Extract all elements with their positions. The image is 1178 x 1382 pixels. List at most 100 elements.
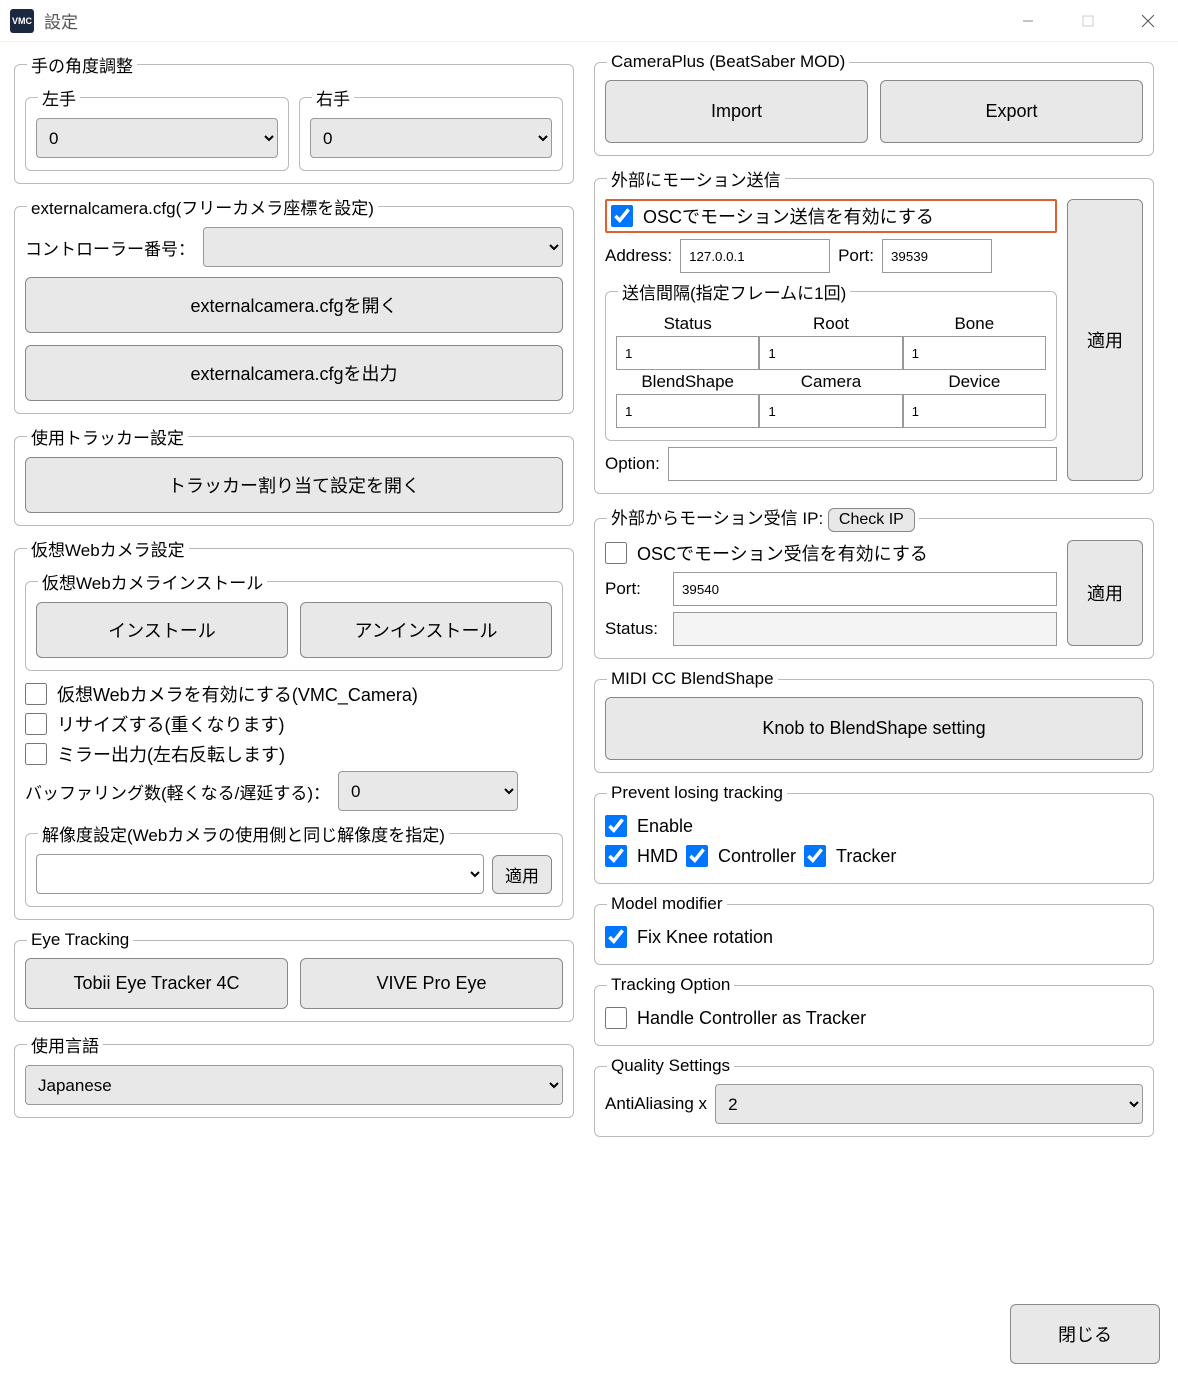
prevent-tracker-row[interactable]: Tracker [804,845,896,867]
tracker-settings-group: 使用トラッカー設定 トラッカー割り当て設定を開く [14,424,574,526]
app-icon: VMC [10,9,34,33]
right-hand-legend: 右手 [312,85,354,110]
interval-blendshape-header: BlendShape [616,370,759,394]
right-hand-select[interactable]: 0 [310,118,552,158]
quality-group: Quality Settings AntiAliasing x 2 [594,1056,1154,1137]
cameraplus-import-button[interactable]: Import [605,80,868,143]
handle-controller-checkbox[interactable] [605,1007,627,1029]
send-option-label: Option: [605,454,660,474]
resize-checkbox-row[interactable]: リサイズする(重くなります) [25,711,563,737]
tracking-option-legend: Tracking Option [607,975,734,995]
model-modifier-group: Model modifier Fix Knee rotation [594,894,1154,965]
window-title: 設定 [44,8,78,33]
controller-number-select[interactable] [203,227,563,267]
webcam-group: 仮想Webカメラ設定 仮想Webカメラインストール インストール アンインストー… [14,536,574,920]
handle-controller-row[interactable]: Handle Controller as Tracker [605,1007,1143,1029]
webcam-install-group: 仮想Webカメラインストール インストール アンインストール [25,569,563,671]
mirror-checkbox[interactable] [25,743,47,765]
antialiasing-select[interactable]: 2 [715,1084,1143,1124]
osc-send-enable-checkbox[interactable] [611,205,633,227]
interval-device-input[interactable] [903,394,1046,428]
resize-checkbox[interactable] [25,713,47,735]
recv-port-label: Port: [605,579,665,599]
midi-group: MIDI CC BlendShape Knob to BlendShape se… [594,669,1154,773]
titlebar: VMC 設定 [0,0,1178,42]
close-dialog-button[interactable]: 閉じる [1010,1304,1160,1364]
language-select[interactable]: Japanese [25,1065,563,1105]
export-externalcamera-button[interactable]: externalcamera.cfgを出力 [25,345,563,401]
prevent-hmd-row[interactable]: HMD [605,845,678,867]
interval-bone-header: Bone [903,312,1046,336]
fix-knee-row[interactable]: Fix Knee rotation [605,926,1143,948]
hand-angle-legend: 手の角度調整 [27,52,137,77]
prevent-enable-row[interactable]: Enable [605,815,1143,837]
motion-recv-apply-button[interactable]: 適用 [1067,540,1143,646]
fix-knee-checkbox[interactable] [605,926,627,948]
prevent-controller-row[interactable]: Controller [686,845,796,867]
antialiasing-label: AntiAliasing x [605,1094,707,1114]
left-hand-legend: 左手 [38,85,80,110]
cameraplus-export-button[interactable]: Export [880,80,1143,143]
send-port-input[interactable] [882,239,992,273]
resolution-select[interactable] [36,854,484,894]
buffering-select[interactable]: 0 [338,771,518,811]
osc-send-enable-label: OSCでモーション送信を有効にする [643,203,934,229]
send-address-input[interactable] [680,239,830,273]
interval-root-input[interactable] [759,336,902,370]
maximize-icon [1082,15,1094,27]
resolution-apply-button[interactable]: 適用 [492,855,552,894]
motion-send-apply-button[interactable]: 適用 [1067,199,1143,481]
tobii-button[interactable]: Tobii Eye Tracker 4C [25,958,288,1009]
hand-angle-group: 手の角度調整 左手 0 右手 0 [14,52,574,184]
resolution-group: 解像度設定(Webカメラの使用側と同じ解像度を指定) 適用 [25,821,563,907]
uninstall-webcam-button[interactable]: アンインストール [300,602,552,658]
send-address-label: Address: [605,246,672,266]
install-webcam-button[interactable]: インストール [36,602,288,658]
interval-status-header: Status [616,312,759,336]
mirror-checkbox-row[interactable]: ミラー出力(左右反転します) [25,741,563,767]
external-camera-legend: externalcamera.cfg(フリーカメラ座標を設定) [27,194,378,219]
recv-port-input[interactable] [673,572,1057,606]
prevent-controller-checkbox[interactable] [686,845,708,867]
knob-blendshape-button[interactable]: Knob to BlendShape setting [605,697,1143,760]
send-interval-group: 送信間隔(指定フレームに1回) Status Root Bone BlendSh… [605,279,1057,441]
close-button[interactable] [1118,0,1178,42]
interval-status-input[interactable] [616,336,759,370]
external-camera-group: externalcamera.cfg(フリーカメラ座標を設定) コントローラー番… [14,194,574,414]
osc-send-enable-row[interactable]: OSCでモーション送信を有効にする [611,203,1051,229]
check-ip-button[interactable]: Check IP [828,508,915,532]
prevent-tracking-group: Prevent losing tracking Enable HMD Contr… [594,783,1154,884]
language-group: 使用言語 Japanese [14,1032,574,1118]
osc-recv-enable-label: OSCでモーション受信を有効にする [637,540,928,566]
resize-label: リサイズする(重くなります) [57,711,284,737]
prevent-tracker-checkbox[interactable] [804,845,826,867]
tracking-option-group: Tracking Option Handle Controller as Tra… [594,975,1154,1046]
open-tracker-assign-button[interactable]: トラッカー割り当て設定を開く [25,457,563,513]
enable-webcam-checkbox[interactable] [25,683,47,705]
motion-recv-legend-text: 外部からモーション受信 IP: [611,509,823,528]
recv-status-output [673,612,1057,646]
interval-camera-input[interactable] [759,394,902,428]
interval-root-header: Root [759,312,902,336]
prevent-hmd-checkbox[interactable] [605,845,627,867]
close-icon [1141,14,1155,28]
language-legend: 使用言語 [27,1032,103,1057]
send-option-input[interactable] [668,447,1057,481]
right-hand-group: 右手 0 [299,85,563,171]
osc-recv-enable-checkbox[interactable] [605,542,627,564]
interval-bone-input[interactable] [903,336,1046,370]
vive-pro-eye-button[interactable]: VIVE Pro Eye [300,958,563,1009]
open-externalcamera-button[interactable]: externalcamera.cfgを開く [25,277,563,333]
recv-status-label: Status: [605,619,665,639]
left-hand-select[interactable]: 0 [36,118,278,158]
left-hand-group: 左手 0 [25,85,289,171]
minimize-button[interactable] [998,0,1058,42]
webcam-legend: 仮想Webカメラ設定 [27,536,189,561]
model-modifier-legend: Model modifier [607,894,727,914]
maximize-button[interactable] [1058,0,1118,42]
prevent-enable-checkbox[interactable] [605,815,627,837]
interval-camera-header: Camera [759,370,902,394]
enable-webcam-checkbox-row[interactable]: 仮想Webカメラを有効にする(VMC_Camera) [25,681,563,707]
osc-recv-enable-row[interactable]: OSCでモーション受信を有効にする [605,540,1057,566]
interval-blendshape-input[interactable] [616,394,759,428]
